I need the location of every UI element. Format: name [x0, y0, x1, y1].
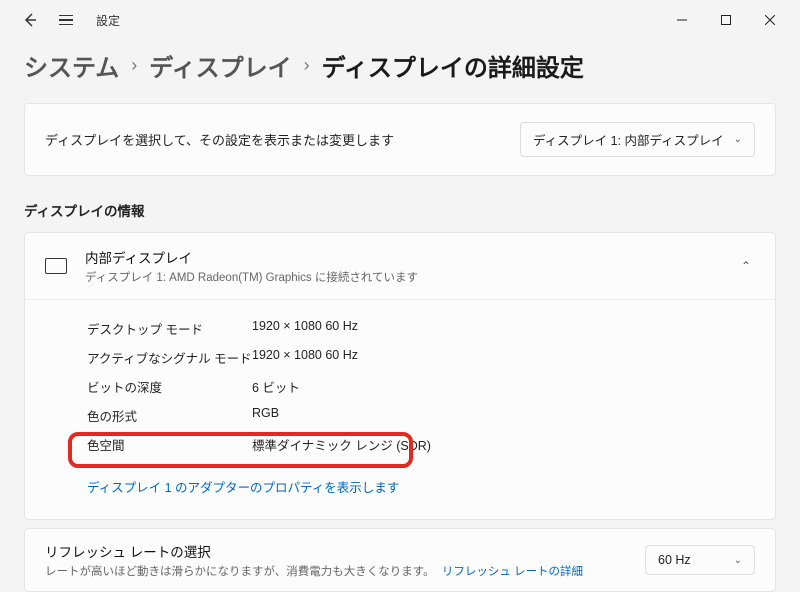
- dropdown-value: 60 Hz: [658, 553, 691, 567]
- display-select-card: ディスプレイを選択して、その設定を表示または変更します ディスプレイ 1: 内部…: [24, 103, 776, 176]
- title-bar: 設定: [0, 0, 800, 40]
- chevron-down-icon: ⌄: [734, 134, 742, 145]
- minimize-button[interactable]: [660, 5, 704, 35]
- chevron-right-icon: ›: [131, 55, 137, 76]
- expander-body: デスクトップ モード1920 × 1080 60 Hz アクティブなシグナル モ…: [25, 299, 775, 519]
- page-title: ディスプレイの詳細設定: [322, 48, 584, 83]
- chevron-right-icon: ›: [304, 55, 310, 76]
- prop-color-format: 色の形式RGB: [87, 401, 755, 430]
- refresh-rate-card: リフレッシュ レートの選択 レートが高いほど動きは滑らかになりますが、消費電力も…: [24, 528, 776, 592]
- expander-subtitle: ディスプレイ 1: AMD Radeon(TM) Graphics に接続されて…: [85, 269, 723, 285]
- expander-header[interactable]: 内部ディスプレイ ディスプレイ 1: AMD Radeon(TM) Graphi…: [25, 233, 775, 299]
- chevron-down-icon: ⌄: [734, 555, 742, 566]
- refresh-rate-details-link[interactable]: リフレッシュ レートの詳細: [442, 566, 583, 578]
- close-button[interactable]: [748, 5, 792, 35]
- maximize-button[interactable]: [704, 5, 748, 35]
- back-button[interactable]: [18, 8, 42, 32]
- prop-color-space: 色空間標準ダイナミック レンジ (SDR): [87, 430, 755, 459]
- chevron-up-icon: ⌃: [741, 259, 755, 273]
- breadcrumb-system[interactable]: システム: [24, 48, 119, 83]
- app-title: 設定: [96, 12, 120, 29]
- display-info-heading: ディスプレイの情報: [24, 200, 776, 220]
- breadcrumb: システム › ディスプレイ › ディスプレイの詳細設定: [24, 48, 776, 83]
- refresh-rate-dropdown[interactable]: 60 Hz ⌄: [645, 545, 755, 575]
- hamburger-icon: [59, 15, 73, 26]
- prop-desktop-mode: デスクトップ モード1920 × 1080 60 Hz: [87, 314, 755, 343]
- menu-button[interactable]: [54, 8, 78, 32]
- dropdown-value: ディスプレイ 1: 内部ディスプレイ: [533, 130, 724, 149]
- refresh-rate-subtitle: レートが高いほど動きは滑らかになりますが、消費電力も大きくなります。 リフレッシ…: [45, 563, 583, 579]
- monitor-icon: [45, 258, 67, 274]
- breadcrumb-display[interactable]: ディスプレイ: [149, 48, 291, 83]
- display-select-text: ディスプレイを選択して、その設定を表示または変更します: [45, 130, 394, 149]
- prop-bit-depth: ビットの深度6 ビット: [87, 372, 755, 401]
- adapter-properties-link[interactable]: ディスプレイ 1 のアダプターのプロパティを表示します: [87, 481, 399, 495]
- prop-active-signal: アクティブなシグナル モード1920 × 1080 60 Hz: [87, 343, 755, 372]
- refresh-rate-title: リフレッシュ レートの選択: [45, 541, 583, 561]
- display-info-expander: 内部ディスプレイ ディスプレイ 1: AMD Radeon(TM) Graphi…: [24, 232, 776, 520]
- expander-title: 内部ディスプレイ: [85, 247, 723, 267]
- display-select-dropdown[interactable]: ディスプレイ 1: 内部ディスプレイ ⌄: [520, 122, 755, 157]
